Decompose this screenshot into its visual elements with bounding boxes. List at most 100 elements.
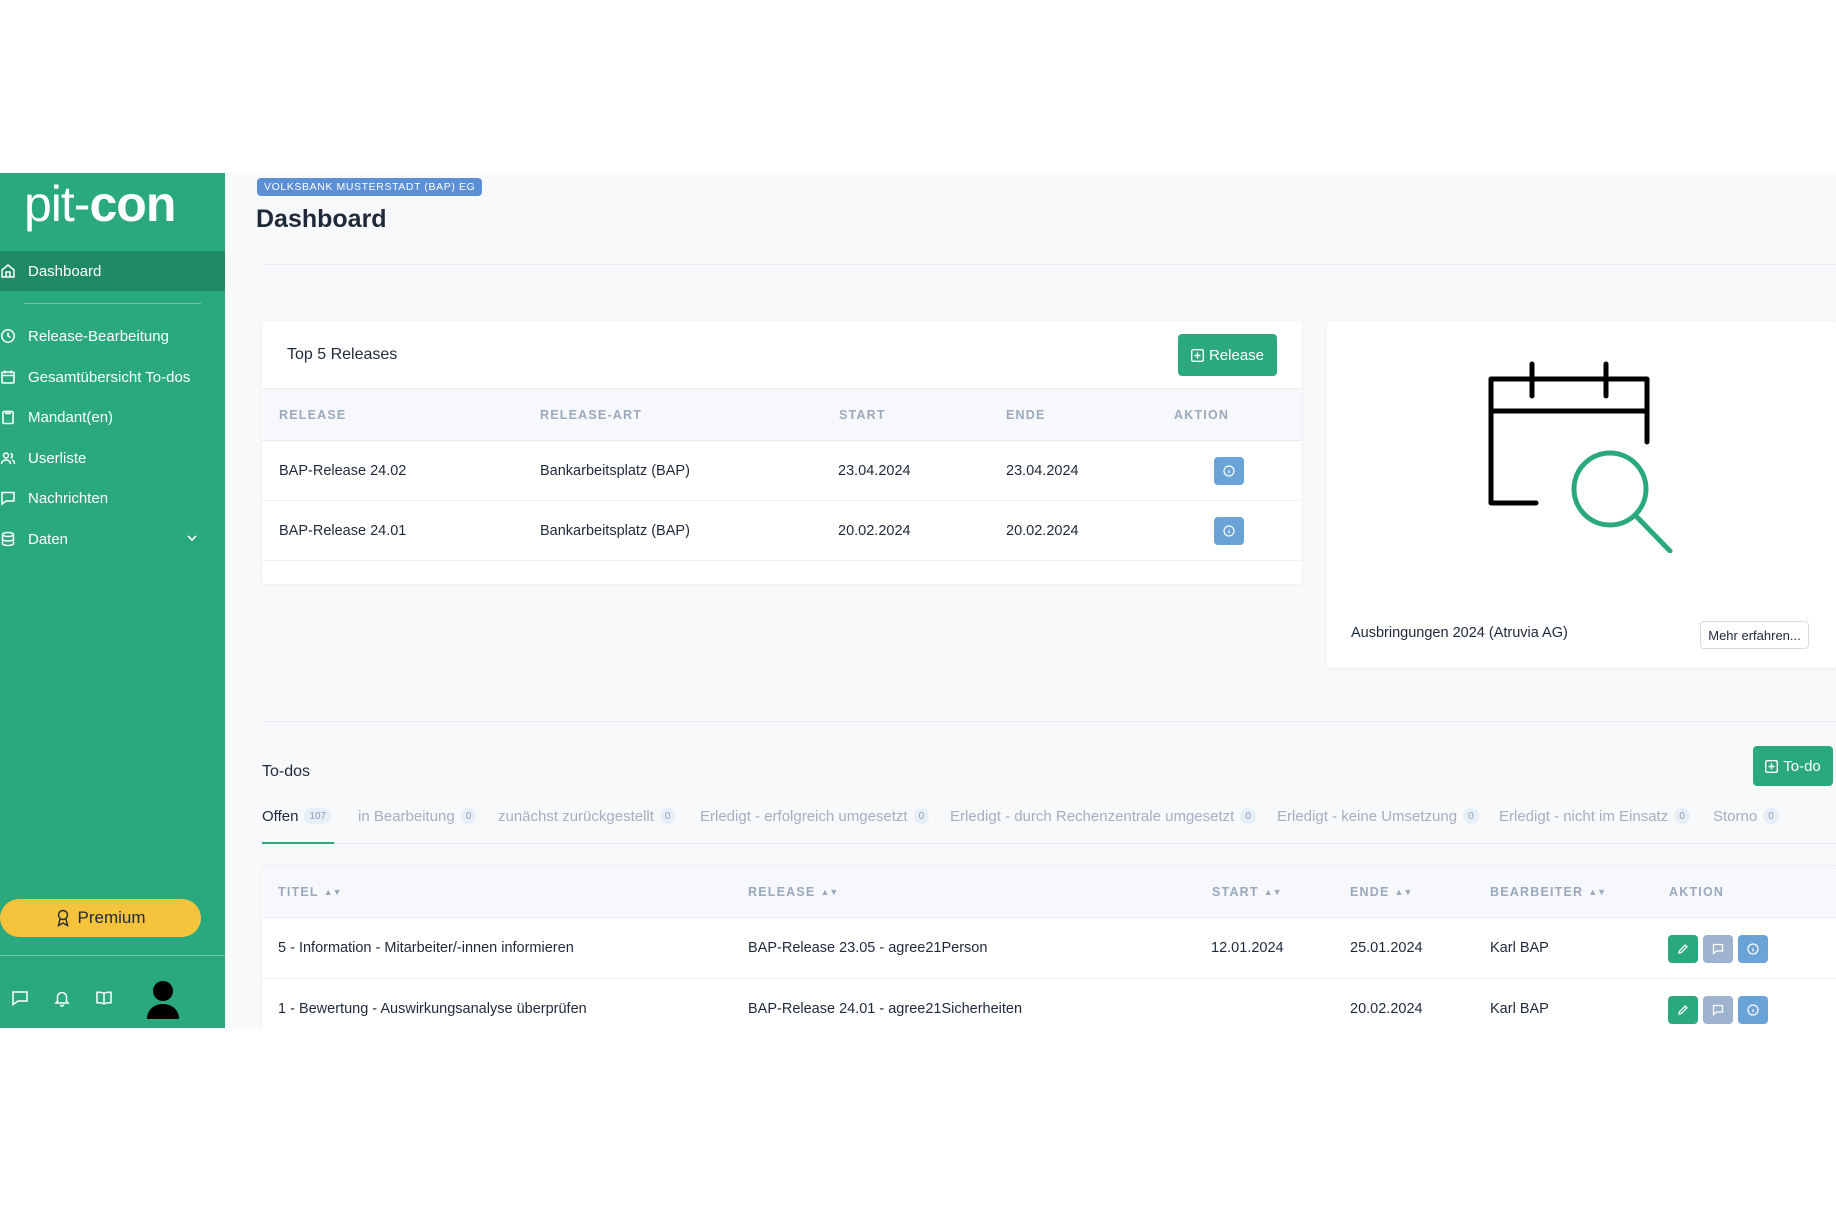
chevron-down-icon — [187, 535, 197, 542]
column-header-release-art[interactable]: RELEASE-ART — [540, 389, 642, 440]
tab-keine-umsetzung[interactable]: Erledigt - keine Umsetzung 0 — [1277, 796, 1479, 836]
edit-todo-button[interactable] — [1668, 935, 1698, 963]
todo-titel[interactable]: 1 - Bewertung - Auswirkungsanalyse überp… — [278, 979, 587, 1028]
table-row: 1 - Bewertung - Auswirkungsanalyse überp… — [262, 979, 1836, 1028]
tab-offen[interactable]: Offen 107 — [262, 796, 332, 836]
pencil-icon — [1678, 1005, 1688, 1015]
plus-square-icon — [1765, 759, 1779, 773]
sidebar-item-label: Release-Bearbeitung — [28, 327, 169, 345]
column-header-release[interactable]: RELEASE — [279, 389, 346, 440]
todo-bearbeiter: Karl BAP — [1490, 1001, 1549, 1017]
table-row: 5 - Information - Mitarbeiter/-innen inf… — [262, 918, 1836, 979]
column-header-ende[interactable]: ENDE — [1006, 389, 1046, 440]
todo-titel[interactable]: 5 - Information - Mitarbeiter/-innen inf… — [278, 918, 574, 978]
sort-icon: ▲▼ — [1263, 886, 1282, 897]
tab-in-bearbeitung[interactable]: in Bearbeitung 0 — [358, 796, 477, 836]
sidebar-item-nachrichten[interactable]: Nachrichten — [0, 478, 225, 518]
edit-todo-button[interactable] — [1668, 996, 1698, 1024]
message-icon — [1, 491, 15, 506]
sidebar-item-release-bearbeitung[interactable]: Release-Bearbeitung — [0, 316, 225, 356]
release-info-button[interactable] — [1214, 457, 1244, 485]
sidebar-item-label: Dashboard — [28, 262, 102, 280]
sidebar-item-mandanten[interactable]: Mandant(en) — [0, 397, 225, 437]
column-header-bearbeiter[interactable]: BEARBEITER ▲▼ — [1490, 866, 1606, 917]
chat-icon[interactable] — [11, 989, 29, 1007]
count-badge: 0 — [913, 808, 930, 824]
column-header-label: START — [1212, 884, 1259, 899]
release-art: Bankarbeitsplatz (BAP) — [540, 462, 690, 479]
premium-label: Premium — [77, 908, 146, 927]
sidebar-item-gesamtuebersicht[interactable]: Gesamtübersicht To-dos — [0, 357, 225, 397]
sidebar-item-label: Mandant(en) — [28, 408, 114, 426]
info-icon — [1747, 1004, 1759, 1016]
brand-logo[interactable]: pit-con — [24, 176, 176, 232]
comment-todo-button[interactable] — [1703, 935, 1733, 963]
sidebar-item-daten[interactable]: Daten — [0, 519, 225, 559]
column-header-label: ENDE — [1350, 884, 1390, 899]
tab-zurueckgestellt[interactable]: zunächst zurückgestellt 0 — [498, 796, 676, 836]
count-badge: 107 — [304, 808, 332, 824]
column-header-aktion: AKTION — [1669, 884, 1725, 899]
tab-erfolgreich-umgesetzt[interactable]: Erledigt - erfolgreich umgesetzt 0 — [700, 796, 930, 836]
release-info-button[interactable] — [1214, 517, 1244, 545]
award-icon — [57, 909, 70, 927]
sidebar-item-label: Daten — [28, 530, 69, 548]
user-avatar[interactable] — [146, 979, 180, 1019]
todo-ende: 25.01.2024 — [1350, 940, 1423, 956]
sidebar-item-label: Nachrichten — [28, 489, 109, 507]
tabs-divider — [262, 843, 1836, 844]
table-row: BAP-Release 24.01 Bankarbeitsplatz (BAP)… — [262, 501, 1302, 561]
premium-button[interactable]: Premium — [0, 899, 201, 937]
column-header-ende[interactable]: ENDE ▲▼ — [1350, 866, 1412, 917]
column-header-start[interactable]: START ▲▼ — [1212, 866, 1282, 917]
releases-table-header: RELEASE RELEASE-ART START ENDE AKTION — [262, 388, 1302, 441]
sidebar-item-userliste[interactable]: Userliste — [0, 438, 225, 478]
add-todo-button[interactable]: To-do — [1753, 746, 1833, 786]
todo-release: BAP-Release 24.01 - agree21Sicherheiten — [748, 1001, 1023, 1017]
release-name[interactable]: BAP-Release 24.02 — [279, 441, 406, 500]
column-header-start[interactable]: START — [839, 389, 886, 440]
info-icon — [1223, 525, 1235, 537]
tab-storno[interactable]: Storno 0 — [1713, 796, 1779, 836]
count-badge: 0 — [1674, 808, 1690, 824]
count-badge: 0 — [460, 808, 477, 824]
release-art: Bankarbeitsplatz (BAP) — [540, 522, 690, 539]
tab-label: Erledigt - nicht im Einsatz — [1499, 807, 1669, 825]
section-divider — [262, 721, 1836, 722]
tab-label: zunächst zurückgestellt — [498, 807, 654, 825]
tab-rechenzentrale-umgesetzt[interactable]: Erledigt - durch Rechenzentrale umgesetz… — [950, 796, 1256, 836]
sidebar-divider — [24, 303, 201, 304]
release-ende: 20.02.2024 — [1006, 522, 1079, 539]
add-release-label: Release — [1208, 346, 1265, 364]
tab-label: Erledigt - erfolgreich umgesetzt — [700, 807, 908, 825]
column-header-release[interactable]: RELEASE ▲▼ — [748, 866, 838, 917]
sidebar-item-label: Gesamtübersicht To-dos — [28, 368, 191, 386]
release-start: 20.02.2024 — [838, 522, 911, 539]
bell-icon[interactable] — [53, 989, 71, 1007]
todo-ende: 20.02.2024 — [1350, 1001, 1423, 1017]
learn-more-button[interactable]: Mehr erfahren... — [1700, 621, 1809, 649]
comment-icon — [1712, 943, 1724, 955]
todo-info-button[interactable] — [1738, 935, 1768, 963]
sidebar-item-dashboard[interactable]: Dashboard — [0, 251, 225, 291]
todo-info-button[interactable] — [1738, 996, 1768, 1024]
book-icon[interactable] — [95, 989, 113, 1007]
todos-table-header: TITEL ▲▼ RELEASE ▲▼ START ▲▼ ENDE ▲▼ BEARBEI… — [262, 865, 1836, 918]
column-header-aktion: AKTION — [1174, 407, 1230, 422]
tab-nicht-im-einsatz[interactable]: Erledigt - nicht im Einsatz 0 — [1499, 796, 1690, 836]
users-icon — [0, 452, 16, 465]
active-tab-indicator — [262, 842, 334, 844]
add-release-button[interactable]: Release — [1178, 334, 1277, 376]
column-header-titel[interactable]: TITEL ▲▼ — [278, 866, 342, 917]
todo-bearbeiter: Karl BAP — [1490, 940, 1549, 956]
top-releases-title: Top 5 Releases — [287, 346, 398, 363]
sort-icon: ▲▼ — [1588, 886, 1607, 897]
column-header-label: BEARBEITER — [1490, 884, 1584, 899]
release-name[interactable]: BAP-Release 24.01 — [279, 501, 406, 560]
calendar-icon — [1, 370, 15, 384]
clock-icon — [1, 329, 15, 343]
comment-todo-button[interactable] — [1703, 996, 1733, 1024]
brand-logo-part1: pit- — [24, 176, 90, 232]
calendar-search-illustration — [1488, 361, 1673, 553]
app-window: pit-con Dashboard Release-Bearbeitung Ge… — [0, 173, 1836, 1028]
